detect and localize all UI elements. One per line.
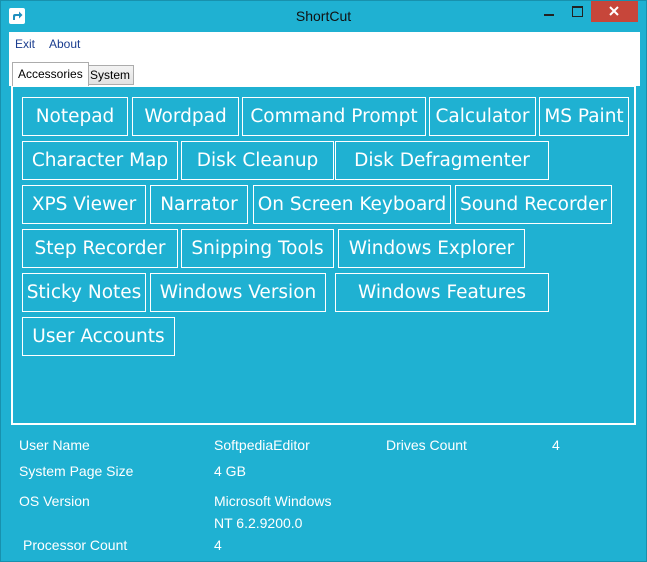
- step-recorder-button[interactable]: Step Recorder: [22, 229, 178, 268]
- user-name-label: User Name: [19, 437, 90, 453]
- tab-system[interactable]: System: [86, 65, 134, 85]
- maximize-button[interactable]: [564, 1, 591, 22]
- page-size-label: System Page Size: [19, 463, 134, 479]
- disk-cleanup-button[interactable]: Disk Cleanup: [181, 141, 334, 180]
- disk-defragmenter-button[interactable]: Disk Defragmenter: [335, 141, 549, 180]
- app-window: ShortCut Exit About Accessories System N…: [0, 0, 647, 562]
- maximize-icon: [572, 6, 583, 17]
- menu-exit[interactable]: Exit: [15, 37, 35, 51]
- drives-count-label: Drives Count: [386, 437, 467, 453]
- os-version-value-line2: NT 6.2.9200.0: [214, 515, 303, 531]
- processor-count-value: 4: [214, 537, 222, 553]
- sticky-notes-button[interactable]: Sticky Notes: [22, 273, 146, 312]
- narrator-button[interactable]: Narrator: [150, 185, 248, 224]
- title-bar[interactable]: ShortCut: [1, 1, 646, 32]
- user-accounts-button[interactable]: User Accounts: [22, 317, 175, 356]
- tab-accessories[interactable]: Accessories: [12, 62, 89, 86]
- close-button[interactable]: [591, 1, 638, 22]
- menu-bar: Exit About: [9, 32, 640, 57]
- calculator-button[interactable]: Calculator: [429, 97, 536, 136]
- wordpad-button[interactable]: Wordpad: [132, 97, 239, 136]
- page-size-value: 4 GB: [214, 463, 246, 479]
- os-version-label: OS Version: [19, 493, 90, 509]
- xps-viewer-button[interactable]: XPS Viewer: [22, 185, 146, 224]
- windows-explorer-button[interactable]: Windows Explorer: [338, 229, 525, 268]
- snipping-tools-button[interactable]: Snipping Tools: [181, 229, 334, 268]
- drives-count-value: 4: [552, 437, 560, 453]
- sound-recorder-button[interactable]: Sound Recorder: [455, 185, 612, 224]
- os-version-value-line1: Microsoft Windows: [214, 493, 332, 509]
- on-screen-keyboard-button[interactable]: On Screen Keyboard: [253, 185, 451, 224]
- character-map-button[interactable]: Character Map: [22, 141, 178, 180]
- minimize-icon: [544, 14, 554, 16]
- windows-version-button[interactable]: Windows Version: [150, 273, 326, 312]
- tab-strip: Accessories System: [9, 56, 640, 86]
- processor-count-label: Processor Count: [23, 537, 128, 553]
- user-name-value: SoftpediaEditor: [214, 437, 310, 453]
- accessories-panel: Notepad Wordpad Command Prompt Calculato…: [11, 85, 636, 425]
- command-prompt-button[interactable]: Command Prompt: [242, 97, 426, 136]
- minimize-button[interactable]: [535, 1, 563, 22]
- notepad-button[interactable]: Notepad: [22, 97, 128, 136]
- close-icon: [609, 6, 619, 16]
- menu-about[interactable]: About: [49, 37, 80, 51]
- ms-paint-button[interactable]: MS Paint: [539, 97, 629, 136]
- windows-features-button[interactable]: Windows Features: [335, 273, 549, 312]
